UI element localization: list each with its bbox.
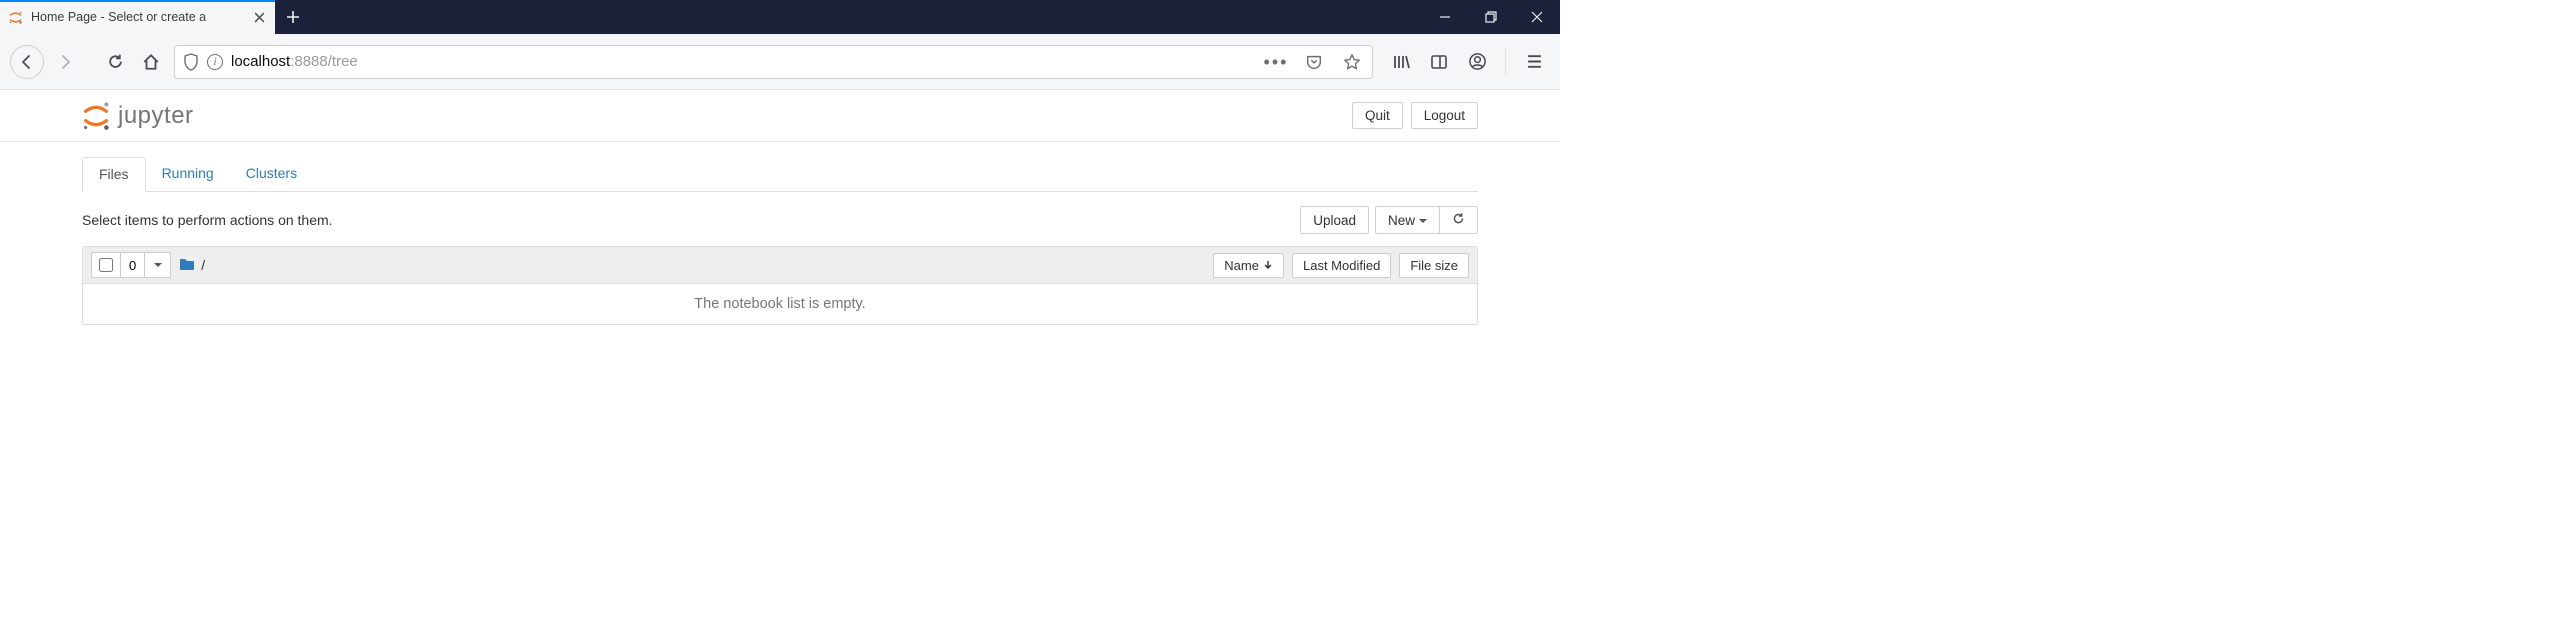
logout-button[interactable]: Logout — [1411, 102, 1478, 129]
breadcrumb-root: / — [201, 257, 205, 273]
empty-list-message: The notebook list is empty. — [82, 284, 1478, 325]
selected-count: 0 — [121, 252, 145, 278]
select-all-checkbox[interactable] — [91, 252, 121, 278]
nav-back-button[interactable] — [10, 45, 44, 79]
tab-favicon-jupyter-icon — [8, 10, 23, 25]
account-icon[interactable] — [1465, 50, 1489, 74]
refresh-button[interactable] — [1440, 206, 1478, 234]
url-text: localhost:8888/tree — [231, 53, 358, 70]
nav-home-button[interactable] — [136, 47, 166, 77]
breadcrumb[interactable]: / — [179, 257, 205, 274]
dashboard-tabs: Files Running Clusters — [82, 156, 1478, 192]
page-actions-icon[interactable]: ••• — [1264, 50, 1288, 74]
jupyter-logo-text: jupyter — [118, 102, 194, 130]
nav-forward-button — [50, 47, 80, 77]
url-bar[interactable]: i localhost:8888/tree ••• — [174, 45, 1373, 79]
tab-running[interactable]: Running — [146, 157, 230, 192]
folder-icon — [179, 257, 195, 274]
browser-tab[interactable]: Home Page - Select or create a — [0, 0, 275, 34]
window-restore-button[interactable] — [1468, 0, 1514, 34]
action-hint: Select items to perform actions on them. — [82, 212, 333, 228]
tab-files[interactable]: Files — [82, 157, 146, 192]
tracking-protection-icon[interactable] — [183, 53, 199, 71]
browser-titlebar: Home Page - Select or create a — [0, 0, 1560, 34]
action-bar: Select items to perform actions on them.… — [82, 192, 1478, 246]
jupyter-header: jupyter Quit Logout — [0, 90, 1560, 142]
new-menu-button[interactable]: New — [1375, 206, 1440, 234]
sort-modified-button[interactable]: Last Modified — [1292, 253, 1391, 278]
tab-loading-indicator — [0, 0, 275, 2]
pocket-icon[interactable] — [1302, 50, 1326, 74]
tab-close-button[interactable] — [251, 9, 267, 25]
browser-toolbar: i localhost:8888/tree ••• — [0, 34, 1560, 90]
library-icon[interactable] — [1389, 50, 1413, 74]
window-minimize-button[interactable] — [1422, 0, 1468, 34]
app-menu-icon[interactable] — [1522, 50, 1546, 74]
jupyter-logo[interactable]: jupyter — [82, 101, 194, 131]
sort-name-button[interactable]: Name — [1213, 253, 1284, 278]
bookmark-star-icon[interactable] — [1340, 50, 1364, 74]
window-close-button[interactable] — [1514, 0, 1560, 34]
sort-size-button[interactable]: File size — [1399, 253, 1469, 278]
new-tab-button[interactable] — [275, 0, 311, 34]
select-all-group: 0 — [91, 252, 171, 278]
file-list-header: 0 / Name Last Modified File size — [82, 246, 1478, 284]
arrow-down-icon — [1263, 260, 1273, 270]
site-info-icon[interactable]: i — [207, 54, 223, 70]
caret-down-icon — [1419, 219, 1427, 227]
tab-title: Home Page - Select or create a — [31, 10, 243, 24]
nav-reload-button[interactable] — [100, 47, 130, 77]
quit-button[interactable]: Quit — [1352, 102, 1403, 129]
jupyter-page: jupyter Quit Logout Files Running Cluste… — [0, 90, 1560, 325]
upload-button[interactable]: Upload — [1300, 206, 1369, 234]
tab-clusters[interactable]: Clusters — [230, 157, 313, 192]
select-menu-button[interactable] — [145, 252, 171, 278]
window-controls — [1422, 0, 1560, 34]
sidebar-icon[interactable] — [1427, 50, 1451, 74]
